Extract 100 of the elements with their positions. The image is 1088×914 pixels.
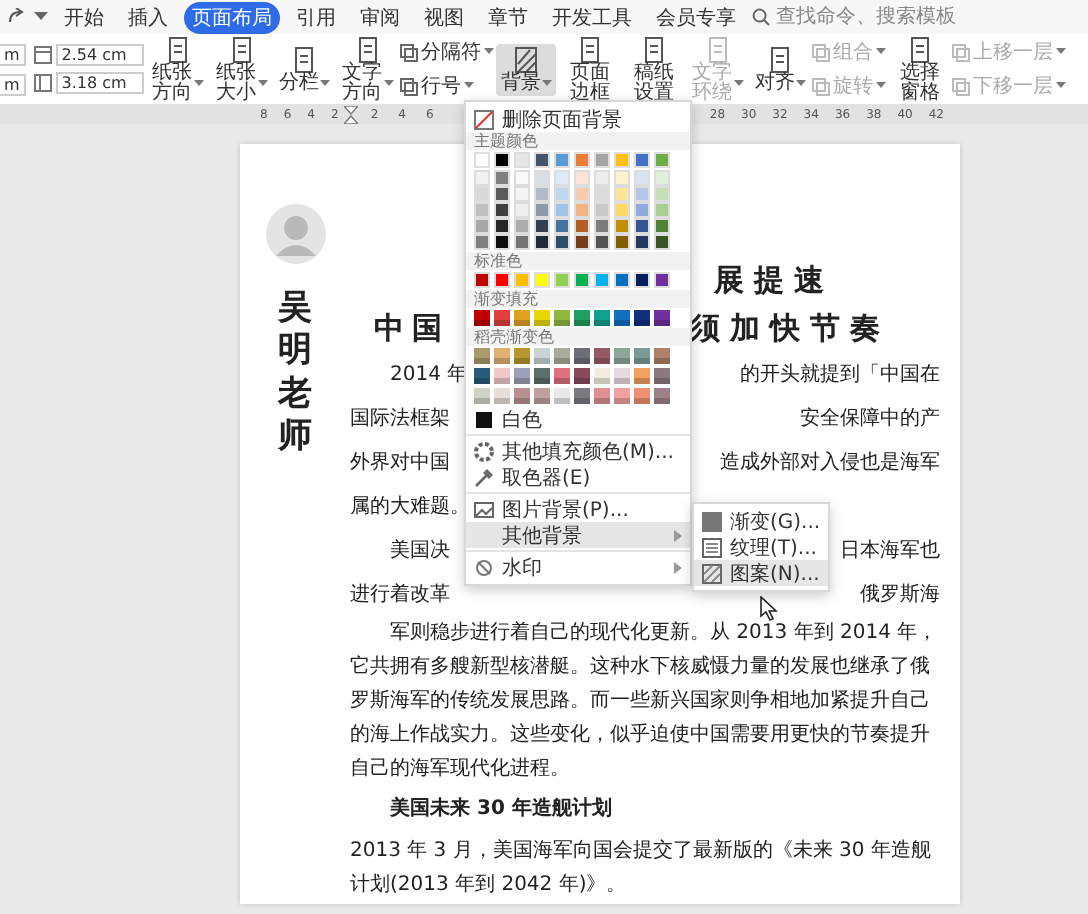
color-swatch[interactable] [594,186,610,202]
color-swatch[interactable] [514,186,530,202]
color-swatch[interactable] [594,348,610,364]
color-swatch[interactable] [534,186,550,202]
ribbon-button[interactable]: 纸张方向 [146,33,209,105]
color-swatch[interactable] [614,310,630,326]
color-swatch[interactable] [654,218,670,234]
color-swatch[interactable] [494,170,510,186]
color-swatch[interactable] [654,234,670,250]
color-swatch[interactable] [474,152,490,168]
color-swatch[interactable] [594,202,610,218]
color-swatch[interactable] [494,186,510,202]
color-swatch[interactable] [554,234,570,250]
color-swatch[interactable] [614,388,630,404]
color-swatch[interactable] [494,388,510,404]
color-swatch[interactable] [614,170,630,186]
color-swatch[interactable] [514,272,530,288]
color-swatch[interactable] [634,310,650,326]
color-swatch[interactable] [654,152,670,168]
menu-item[interactable]: 其他背景 [466,522,690,548]
redo-icon[interactable] [8,8,26,26]
ribbon-button[interactable]: 稿纸设置 [622,33,685,105]
caret-icon[interactable] [34,12,48,22]
menu-item[interactable]: 水印 [466,554,690,580]
menu-tab[interactable]: 审阅 [352,1,408,33]
color-swatch[interactable] [634,202,650,218]
color-swatch[interactable] [654,202,670,218]
color-swatch[interactable] [534,170,550,186]
color-swatch[interactable] [654,388,670,404]
color-swatch[interactable] [554,310,570,326]
color-swatch[interactable] [574,348,590,364]
ribbon-button[interactable]: 对齐 [750,43,811,95]
color-swatch[interactable] [574,368,590,384]
color-swatch[interactable] [614,218,630,234]
color-swatch[interactable] [534,348,550,364]
menu-item[interactable]: 渐变(G)... [694,508,829,534]
color-swatch[interactable] [594,388,610,404]
color-swatch[interactable] [574,310,590,326]
color-swatch[interactable] [654,368,670,384]
color-swatch[interactable] [574,388,590,404]
color-swatch[interactable] [654,186,670,202]
color-swatch[interactable] [554,388,570,404]
color-swatch[interactable] [494,152,510,168]
menu-item[interactable]: 取色器(E) [466,464,690,490]
search-field[interactable]: 查找命令、搜索模板 [752,6,976,28]
color-swatch[interactable] [654,170,670,186]
menu-item[interactable]: 图案(N)... [694,560,829,586]
color-swatch[interactable] [534,218,550,234]
color-swatch[interactable] [594,152,610,168]
color-swatch[interactable] [514,218,530,234]
color-swatch[interactable] [614,272,630,288]
menu-tab[interactable]: 会员专享 [648,1,744,33]
ribbon-button[interactable]: 选择窗格 [888,33,951,105]
color-swatch[interactable] [474,388,490,404]
color-swatch[interactable] [554,368,570,384]
color-swatch[interactable] [554,202,570,218]
color-swatch[interactable] [534,310,550,326]
color-swatch[interactable] [574,234,590,250]
color-swatch[interactable] [574,152,590,168]
color-swatch[interactable] [494,348,510,364]
color-swatch[interactable] [594,218,610,234]
indent-marker-icon[interactable] [344,105,359,123]
color-swatch[interactable] [614,368,630,384]
margin-value[interactable]: m [0,43,26,65]
color-swatch[interactable] [494,272,510,288]
color-swatch[interactable] [514,170,530,186]
color-swatch[interactable] [494,310,510,326]
menu-tab[interactable]: 开发工具 [544,1,640,33]
margin-field[interactable]: 3.18 cm [55,72,145,94]
color-swatch[interactable] [554,170,570,186]
color-swatch[interactable] [654,310,670,326]
color-swatch[interactable] [554,272,570,288]
color-swatch[interactable] [534,388,550,404]
color-swatch[interactable] [654,272,670,288]
color-swatch[interactable] [634,348,650,364]
ribbon-button[interactable]: 页面边框 [558,33,621,105]
color-swatch[interactable] [534,234,550,250]
color-swatch[interactable] [614,186,630,202]
color-swatch[interactable] [594,272,610,288]
menu-tab[interactable]: 开始 [56,1,112,33]
color-swatch[interactable] [474,234,490,250]
color-swatch[interactable] [474,310,490,326]
color-swatch[interactable] [634,368,650,384]
ribbon-button[interactable]: 背景 [496,43,557,95]
color-swatch[interactable] [494,202,510,218]
color-swatch[interactable] [594,170,610,186]
color-swatch[interactable] [614,348,630,364]
margin-value[interactable]: m [0,73,26,95]
color-swatch[interactable] [534,368,550,384]
menu-item[interactable]: 图片背景(P)... [466,496,690,522]
color-swatch[interactable] [534,152,550,168]
color-swatch[interactable] [594,310,610,326]
color-swatch[interactable] [474,218,490,234]
menu-tab[interactable]: 章节 [480,1,536,33]
menu-item[interactable]: 删除页面背景 [466,106,690,132]
color-swatch[interactable] [614,202,630,218]
menu-item[interactable]: 纹理(T)... [694,534,829,560]
color-swatch[interactable] [634,186,650,202]
ribbon-button[interactable]: 分栏 [274,43,335,95]
ribbon-button[interactable]: 分隔符 [400,38,495,66]
